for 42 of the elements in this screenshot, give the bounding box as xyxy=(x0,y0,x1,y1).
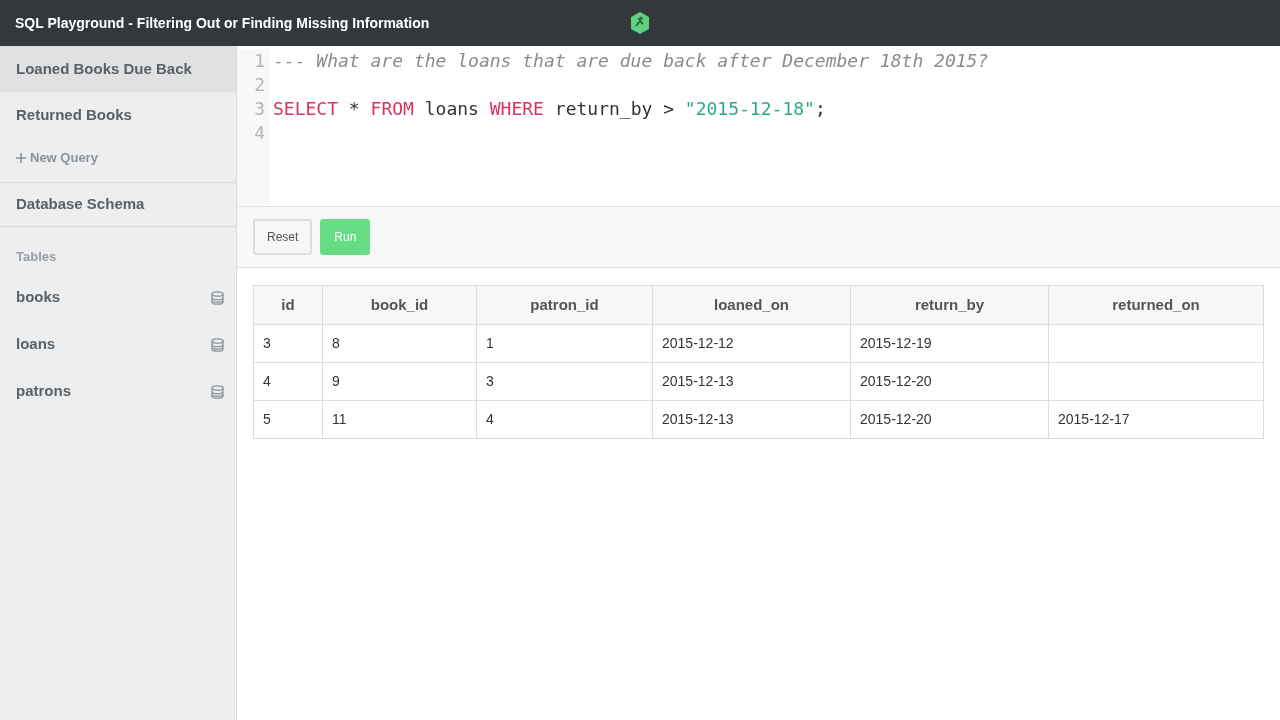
logo-icon xyxy=(630,12,650,34)
column-header: book_id xyxy=(322,285,477,325)
table-cell: 4 xyxy=(253,362,323,401)
code-line: SELECT * FROM loans WHERE return_by > "2015-12-18"; xyxy=(273,98,826,119)
table-cell: 8 xyxy=(322,324,477,363)
database-icon xyxy=(211,290,224,305)
column-header: loaned_on xyxy=(652,285,851,325)
table-cell: 2015-12-17 xyxy=(1048,400,1264,439)
table-link[interactable]: patrons xyxy=(16,380,71,403)
plus-icon[interactable] xyxy=(16,152,26,163)
line-number: 4 xyxy=(254,122,265,143)
reset-button[interactable]: Reset xyxy=(253,219,313,255)
table-cell: 2015-12-13 xyxy=(652,400,851,439)
table-cell: 3 xyxy=(253,324,323,363)
table-link[interactable]: books xyxy=(16,286,61,309)
schema-heading: Database Schema xyxy=(16,193,145,214)
database-icon xyxy=(211,384,224,399)
table-cell: 4 xyxy=(476,400,653,439)
table-cell: 5 xyxy=(253,400,323,439)
code-line: --- What are the loans that are due back after December 18th 2015? xyxy=(273,50,989,71)
window-title: SQL Playground - Filtering Out or Finding Missing Information xyxy=(15,13,431,33)
query-item[interactable]: Loaned Books Due Back xyxy=(0,46,236,92)
table-cell: 2015-12-20 xyxy=(850,400,1049,439)
table-cell: 3 xyxy=(476,362,653,401)
table-cell: 9 xyxy=(322,362,477,401)
table-cell: 2015-12-12 xyxy=(652,324,851,363)
database-icon xyxy=(211,337,224,352)
table-cell: 2015-12-20 xyxy=(850,362,1049,401)
line-number: 1 xyxy=(254,50,265,71)
tables-heading: Tables xyxy=(16,248,57,264)
table-cell: 2015-12-19 xyxy=(850,324,1049,363)
column-header: patron_id xyxy=(476,285,653,325)
table-cell: 2015-12-13 xyxy=(652,362,851,401)
line-number: 3 xyxy=(254,98,265,119)
query-item[interactable]: Returned Books xyxy=(0,92,236,138)
column-header: id xyxy=(253,285,323,325)
line-number: 2 xyxy=(254,74,265,95)
table-cell: 11 xyxy=(322,400,477,439)
column-header: return_by xyxy=(850,285,1049,325)
column-header: returned_on xyxy=(1048,285,1264,325)
table-cell: 1 xyxy=(476,324,653,363)
table-link[interactable]: loans xyxy=(16,333,56,356)
